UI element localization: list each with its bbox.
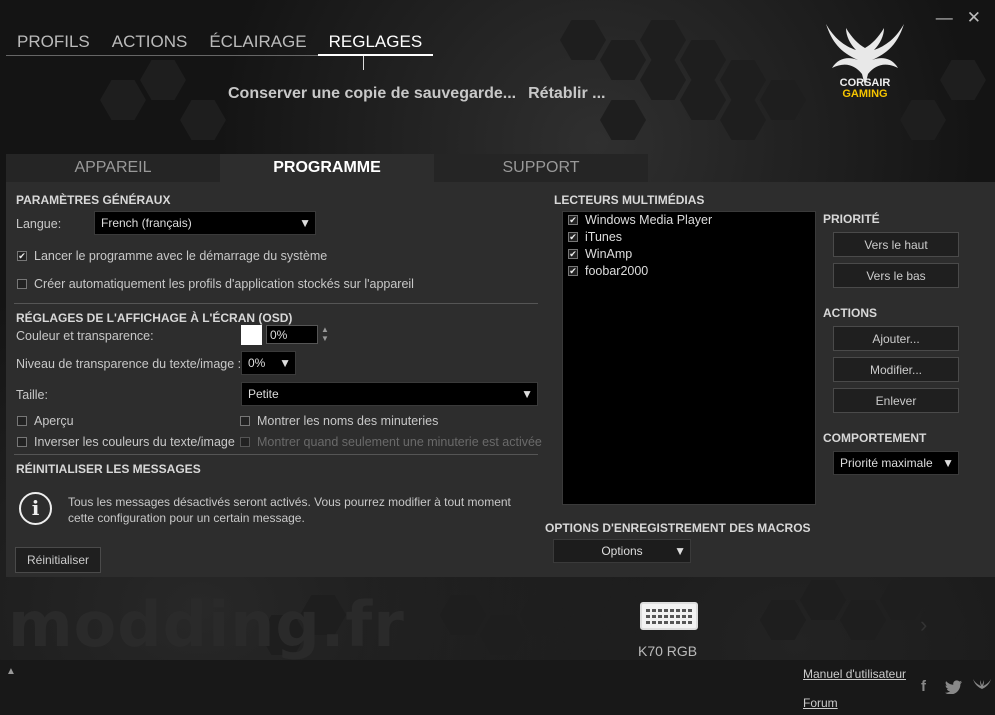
tab-reglages[interactable]: REGLAGES	[317, 30, 434, 56]
player-checkbox[interactable]: ✔	[568, 266, 578, 276]
tab-appareil[interactable]: APPAREIL	[6, 154, 220, 182]
language-label: Langue:	[16, 217, 62, 231]
minimize-button[interactable]: —	[936, 8, 953, 28]
footer: ▲ Manuel d'utilisateur Forum f	[0, 660, 995, 715]
spinner-icon[interactable]: ▲ ▼	[321, 325, 329, 343]
list-item[interactable]: ✔ iTunes	[563, 229, 815, 246]
expand-up-icon[interactable]: ▲	[6, 666, 16, 677]
remove-button[interactable]: Enlever	[833, 388, 959, 413]
chevron-down-icon: ▼	[521, 387, 533, 401]
macros-options-button[interactable]: Options ▼	[553, 539, 691, 563]
twitter-icon[interactable]	[945, 680, 963, 694]
player-name: foobar2000	[585, 264, 649, 278]
behavior-select[interactable]: Priorité maximale ▼	[833, 451, 959, 475]
player-name: WinAmp	[585, 247, 633, 261]
logo-line2: GAMING	[842, 88, 888, 100]
corsair-social-icon[interactable]	[972, 678, 992, 694]
preview-label: Aperçu	[34, 414, 74, 428]
player-checkbox[interactable]: ✔	[568, 215, 578, 225]
list-item[interactable]: ✔ WinAmp	[563, 246, 815, 263]
size-value: Petite	[248, 387, 279, 401]
save-backup-link[interactable]: Conserver une copie de sauvegarde...	[228, 85, 516, 103]
preview-checkbox[interactable]	[17, 416, 27, 426]
device-name: K70 RGB	[638, 643, 698, 659]
move-down-button[interactable]: Vers le bas	[833, 263, 959, 288]
main-nav: PROFILS ACTIONS ÉCLAIRAGE REGLAGES	[6, 30, 434, 56]
reset-button[interactable]: Réinitialiser	[15, 547, 101, 573]
single-timer-label: Montrer quand seulement une minuterie es…	[257, 435, 542, 449]
nav-indicator	[363, 56, 364, 70]
timer-names-label: Montrer les noms des minuteries	[257, 414, 439, 428]
behavior-title: COMPORTEMENT	[823, 431, 927, 445]
backup-bar: Conserver une copie de sauvegarde... Rét…	[228, 85, 605, 103]
player-checkbox[interactable]: ✔	[568, 249, 578, 259]
auto-profiles-checkbox[interactable]	[17, 279, 27, 289]
startup-label: Lancer le programme avec le démarrage du…	[34, 249, 328, 263]
startup-checkbox[interactable]: ✔	[17, 251, 27, 261]
player-name: Windows Media Player	[585, 213, 713, 227]
media-players-list: ✔ Windows Media Player ✔ iTunes ✔ WinAmp…	[562, 211, 816, 505]
text-transparency-label: Niveau de transparence du texte/image :	[16, 357, 242, 371]
osd-title: RÉGLAGES DE L'AFFICHAGE À L'ÉCRAN (OSD)	[16, 311, 293, 325]
reset-message-line2: cette configuration pour un certain mess…	[68, 511, 305, 525]
divider	[14, 303, 538, 304]
color-label: Couleur et transparence:	[16, 329, 154, 343]
tab-actions[interactable]: ACTIONS	[101, 30, 199, 56]
single-timer-checkbox[interactable]	[240, 437, 250, 447]
language-value: French (français)	[101, 216, 192, 230]
divider	[14, 454, 538, 455]
behavior-value: Priorité maximale	[840, 456, 933, 470]
reset-title: RÉINITIALISER LES MESSAGES	[16, 462, 201, 476]
text-transparency-select[interactable]: 0% ▼	[241, 351, 296, 375]
forum-link[interactable]: Forum	[803, 696, 838, 710]
watermark: modding.fr	[8, 588, 405, 661]
list-item[interactable]: ✔ Windows Media Player	[563, 212, 815, 229]
user-manual-link[interactable]: Manuel d'utilisateur	[803, 667, 906, 681]
info-icon: i	[19, 492, 52, 525]
player-checkbox[interactable]: ✔	[568, 232, 578, 242]
add-button[interactable]: Ajouter...	[833, 326, 959, 351]
edit-button[interactable]: Modifier...	[833, 357, 959, 382]
restore-link[interactable]: Rétablir ...	[528, 85, 605, 103]
move-up-button[interactable]: Vers le haut	[833, 232, 959, 257]
media-players-title: LECTEURS MULTIMÉDIAS	[554, 193, 705, 207]
reset-message-line1: Tous les messages désactivés seront acti…	[68, 495, 511, 509]
priority-title: PRIORITÉ	[823, 212, 880, 226]
color-transparency-input[interactable]: 0%	[266, 325, 318, 344]
chevron-down-icon: ▼	[674, 544, 686, 558]
player-name: iTunes	[585, 230, 623, 244]
actions-title: ACTIONS	[823, 306, 877, 320]
tab-programme[interactable]: PROGRAMME	[220, 154, 434, 182]
color-swatch[interactable]	[241, 325, 262, 345]
settings-tabs: APPAREIL PROGRAMME SUPPORT	[6, 154, 648, 182]
size-label: Taille:	[16, 388, 48, 402]
size-select[interactable]: Petite ▼	[241, 382, 538, 406]
list-item[interactable]: ✔ foobar2000	[563, 263, 815, 280]
chevron-down-icon: ▼	[299, 216, 311, 230]
options-label: Options	[601, 544, 643, 558]
chevron-down-icon: ▼	[279, 356, 291, 370]
timer-names-checkbox[interactable]	[240, 416, 250, 426]
next-device-arrow-icon[interactable]: ›	[920, 612, 927, 638]
tab-profils[interactable]: PROFILS	[6, 30, 101, 56]
facebook-icon[interactable]: f	[921, 678, 926, 695]
invert-colors-label: Inverser les couleurs du texte/image	[34, 435, 235, 449]
macros-title: OPTIONS D'ENREGISTREMENT DES MACROS	[545, 521, 811, 535]
logo-text: CORSAIR GAMING	[818, 78, 912, 100]
text-transparency-value: 0%	[248, 356, 266, 370]
window-controls: — ✕	[936, 8, 981, 28]
keyboard-icon[interactable]	[640, 602, 698, 630]
chevron-down-icon: ▼	[942, 456, 954, 470]
tab-support[interactable]: SUPPORT	[434, 154, 648, 182]
invert-colors-checkbox[interactable]	[17, 437, 27, 447]
close-button[interactable]: ✕	[967, 8, 981, 28]
auto-profiles-label: Créer automatiquement les profils d'appl…	[34, 277, 414, 291]
language-select[interactable]: French (français) ▼	[94, 211, 316, 235]
general-settings-title: PARAMÈTRES GÉNÉRAUX	[16, 193, 171, 207]
tab-eclairage[interactable]: ÉCLAIRAGE	[198, 30, 317, 56]
